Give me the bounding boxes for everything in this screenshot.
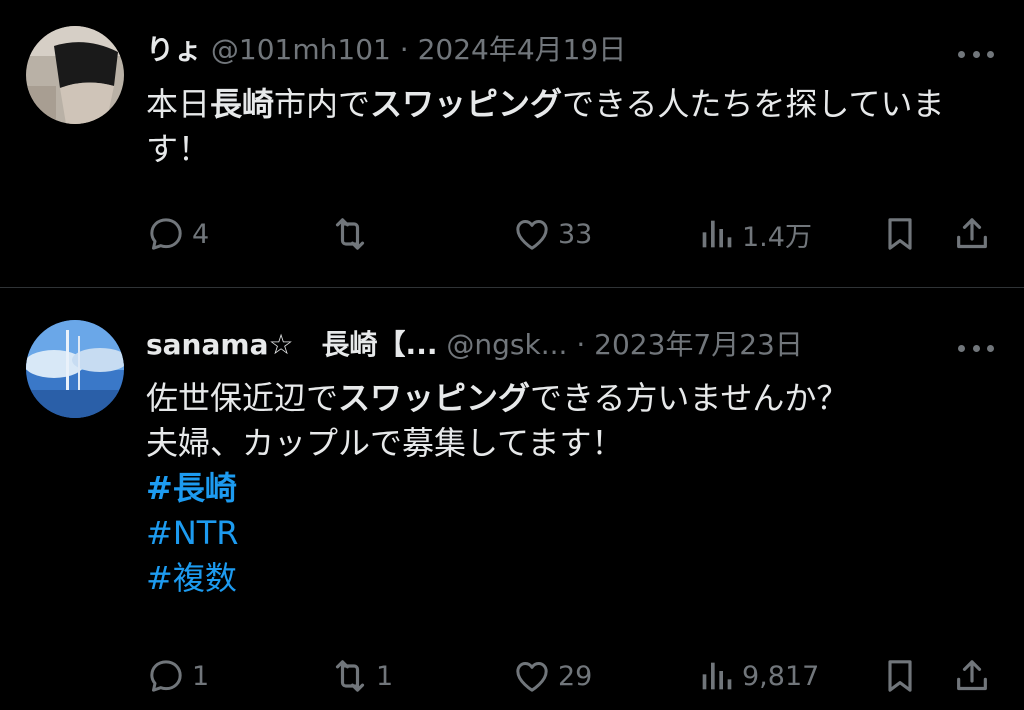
- hashtag-link[interactable]: #NTR: [146, 511, 1006, 556]
- views-button[interactable]: 9,817: [696, 656, 819, 696]
- share-button[interactable]: [952, 656, 992, 696]
- tweet-header: sanama☆ 長崎【... @ngsk... · 2023年7月23日: [146, 328, 803, 361]
- action-bar: 1 1 29 9,817: [146, 656, 996, 696]
- share-icon: [957, 660, 987, 691]
- tweet[interactable]: sanama☆ 長崎【... @ngsk... · 2023年7月23日 佐世保…: [0, 0, 1024, 710]
- retweet-count: 1: [376, 660, 394, 692]
- user-name[interactable]: sanama☆ 長崎【...: [146, 328, 437, 361]
- more-icon[interactable]: [958, 338, 994, 358]
- retweet-icon: [335, 660, 365, 692]
- hashtag-link[interactable]: #長崎: [146, 466, 1006, 511]
- retweet-button[interactable]: 1: [330, 656, 393, 696]
- bookmark-icon: [888, 660, 912, 692]
- tweet-date[interactable]: 2023年7月23日: [594, 328, 803, 361]
- reply-count: 1: [192, 660, 210, 692]
- views-icon: [702, 662, 732, 690]
- bookmark-button[interactable]: [880, 656, 920, 696]
- avatar[interactable]: [26, 320, 124, 418]
- like-button[interactable]: 29: [512, 656, 592, 696]
- reply-icon: [150, 660, 182, 692]
- like-icon: [516, 662, 548, 692]
- like-count: 29: [558, 660, 593, 692]
- user-handle[interactable]: @ngsk...: [446, 328, 567, 361]
- hashtag-link[interactable]: #複数: [146, 556, 1006, 601]
- views-count: 9,817: [742, 660, 820, 692]
- reply-button[interactable]: 1: [146, 656, 209, 696]
- tweet-text: 佐世保近辺でスワッピングできる方いませんか？ 夫婦、カップルで募集してます！ #…: [146, 376, 1006, 601]
